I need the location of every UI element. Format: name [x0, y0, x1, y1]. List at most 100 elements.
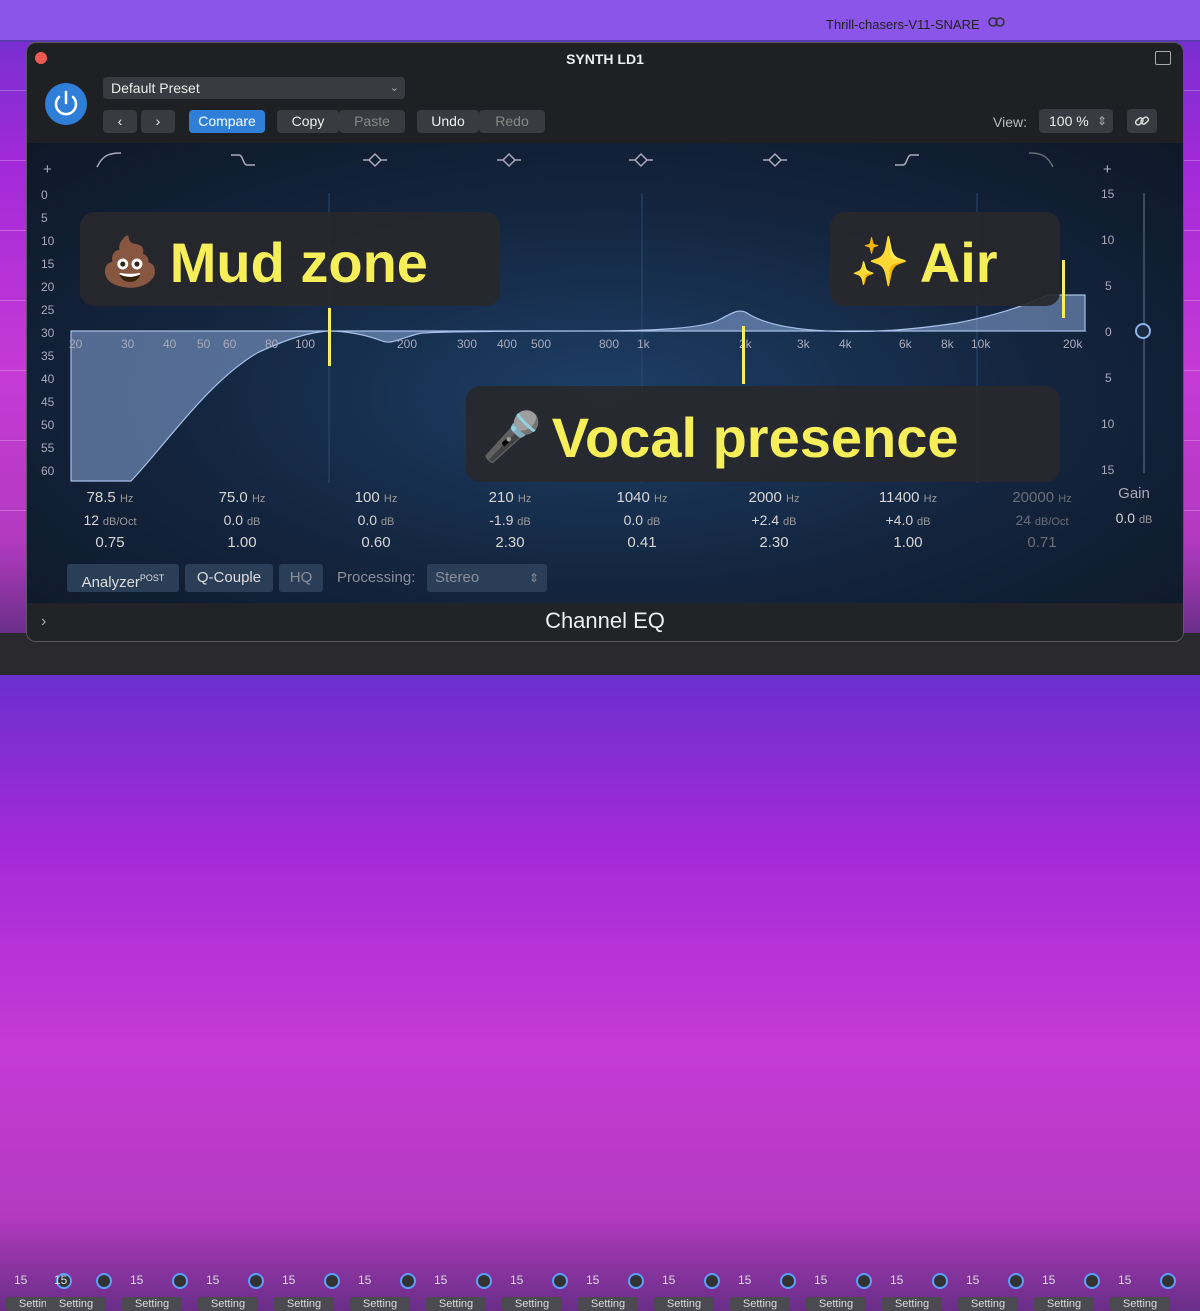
copy-button[interactable]: Copy: [277, 110, 339, 133]
pan-knob-icon[interactable]: [248, 1273, 264, 1289]
prev-preset-button[interactable]: ‹: [103, 110, 137, 133]
view-zoom-select[interactable]: 100 % ⇕: [1039, 109, 1113, 133]
mixer-strip[interactable]: 15 Setting: [1104, 1269, 1176, 1311]
preset-dropdown[interactable]: Default Preset ⌄: [103, 77, 405, 99]
pan-knob-icon[interactable]: [856, 1273, 872, 1289]
mixer-strip[interactable]: 15 Setting: [648, 1269, 720, 1311]
add-band-right-icon[interactable]: +: [1103, 161, 1112, 178]
setting-button[interactable]: Setting: [46, 1297, 106, 1311]
setting-button[interactable]: Setting: [654, 1297, 714, 1311]
setting-button[interactable]: Setting: [730, 1297, 790, 1311]
band-gain[interactable]: +2.4: [752, 512, 780, 528]
band-3-params[interactable]: 100 Hz 0.0 dB 0.60: [321, 489, 431, 551]
pan-knob-icon[interactable]: [932, 1273, 948, 1289]
band-q[interactable]: 2.30: [455, 534, 565, 551]
output-gain[interactable]: Gain 0.0 dB: [1089, 485, 1179, 526]
compare-button[interactable]: Compare: [189, 110, 265, 133]
band-q[interactable]: 0.41: [587, 534, 697, 551]
next-preset-button[interactable]: ›: [141, 110, 175, 133]
gain-value[interactable]: 0.0: [1116, 510, 1135, 526]
mixer-strip[interactable]: 15 Setting: [192, 1269, 264, 1311]
mixer-strip[interactable]: 15 Setting: [724, 1269, 796, 1311]
band-q[interactable]: 0.71: [987, 534, 1097, 551]
gain-slider-handle[interactable]: [1135, 323, 1151, 339]
undo-button[interactable]: Undo: [417, 110, 479, 133]
q-couple-button[interactable]: Q-Couple: [185, 564, 273, 592]
setting-button[interactable]: Setting: [958, 1297, 1018, 1311]
paste-button[interactable]: Paste: [339, 110, 405, 133]
band-gain[interactable]: 24: [1015, 512, 1031, 528]
mixer-strip[interactable]: 15 Setting: [876, 1269, 948, 1311]
power-button[interactable]: [45, 83, 87, 125]
mixer-strip[interactable]: 15 Setting: [268, 1269, 340, 1311]
band-freq[interactable]: 78.5: [87, 489, 116, 506]
band-gain[interactable]: 0.0: [358, 512, 377, 528]
pan-knob-icon[interactable]: [704, 1273, 720, 1289]
mixer-strip[interactable]: 15 Setting: [1028, 1269, 1100, 1311]
band-4-bell-icon[interactable]: [495, 151, 523, 169]
band-1-highpass-icon[interactable]: [95, 151, 123, 169]
band-freq[interactable]: 11400: [879, 489, 920, 506]
band-gain[interactable]: -1.9: [489, 512, 513, 528]
mixer-strip[interactable]: 15 Setting: [420, 1269, 492, 1311]
setting-button[interactable]: Setting: [502, 1297, 562, 1311]
pan-knob-icon[interactable]: [628, 1273, 644, 1289]
mixer-strip[interactable]: 15 Setting: [344, 1269, 416, 1311]
link-button[interactable]: [1127, 109, 1157, 133]
mixer-strip[interactable]: 15 Setting: [952, 1269, 1024, 1311]
setting-button[interactable]: Setting: [806, 1297, 866, 1311]
setting-button[interactable]: Setting: [426, 1297, 486, 1311]
band-5-params[interactable]: 1040 Hz 0.0 dB 0.41: [587, 489, 697, 551]
pan-knob-icon[interactable]: [780, 1273, 796, 1289]
hq-button[interactable]: HQ: [279, 564, 323, 592]
band-q[interactable]: 1.00: [187, 534, 297, 551]
mixer-strip[interactable]: 15 Setting: [800, 1269, 872, 1311]
mixer-strip[interactable]: 15 Setting: [116, 1269, 188, 1311]
mixer-strip[interactable]: 15 Setting: [572, 1269, 644, 1311]
band-2-params[interactable]: 75.0 Hz 0.0 dB 1.00: [187, 489, 297, 551]
pan-knob-icon[interactable]: [1084, 1273, 1100, 1289]
band-q[interactable]: 1.00: [853, 534, 963, 551]
band-freq[interactable]: 75.0: [219, 489, 248, 506]
expand-icon[interactable]: [1155, 51, 1171, 65]
band-6-bell-icon[interactable]: [761, 151, 789, 169]
band-freq[interactable]: 2000: [749, 489, 782, 506]
pan-knob-icon[interactable]: [1008, 1273, 1024, 1289]
pan-knob-icon[interactable]: [96, 1273, 112, 1289]
band-6-params[interactable]: 2000 Hz +2.4 dB 2.30: [719, 489, 829, 551]
redo-button[interactable]: Redo: [479, 110, 545, 133]
band-5-bell-icon[interactable]: [627, 151, 655, 169]
setting-button[interactable]: Setting: [274, 1297, 334, 1311]
band-gain[interactable]: 0.0: [224, 512, 243, 528]
setting-button[interactable]: Setting: [122, 1297, 182, 1311]
mixer-strip[interactable]: 15 Setting: [496, 1269, 568, 1311]
band-7-highshelf-icon[interactable]: [893, 151, 921, 169]
setting-button[interactable]: Setting: [1034, 1297, 1094, 1311]
processing-select[interactable]: Stereo ⇕: [427, 564, 547, 592]
band-gain[interactable]: +4.0: [886, 512, 914, 528]
pan-knob-icon[interactable]: [400, 1273, 416, 1289]
band-8-lowpass-icon[interactable]: [1027, 151, 1055, 169]
band-q[interactable]: 2.30: [719, 534, 829, 551]
setting-button[interactable]: Setting: [1110, 1297, 1170, 1311]
setting-button[interactable]: Setting: [198, 1297, 258, 1311]
band-1-params[interactable]: 78.5 Hz 12 dB/Oct 0.75: [55, 489, 165, 551]
band-gain[interactable]: 0.0: [624, 512, 643, 528]
band-gain[interactable]: 12: [83, 512, 99, 528]
band-freq[interactable]: 210: [489, 489, 514, 506]
band-freq[interactable]: 1040: [617, 489, 650, 506]
band-2-lowshelf-icon[interactable]: [229, 151, 257, 169]
band-7-params[interactable]: 11400 Hz +4.0 dB 1.00: [853, 489, 963, 551]
setting-button[interactable]: Setting: [578, 1297, 638, 1311]
pan-knob-icon[interactable]: [324, 1273, 340, 1289]
analyzer-button[interactable]: AnalyzerPOST: [67, 564, 179, 592]
setting-button[interactable]: Setting: [882, 1297, 942, 1311]
pan-knob-icon[interactable]: [1160, 1273, 1176, 1289]
band-q[interactable]: 0.60: [321, 534, 431, 551]
add-band-left-icon[interactable]: +: [43, 161, 52, 178]
pan-knob-icon[interactable]: [172, 1273, 188, 1289]
band-3-bell-icon[interactable]: [361, 151, 389, 169]
band-q[interactable]: 0.75: [55, 534, 165, 551]
band-8-params[interactable]: 20000 Hz 24 dB/Oct 0.71: [987, 489, 1097, 551]
pan-knob-icon[interactable]: [552, 1273, 568, 1289]
